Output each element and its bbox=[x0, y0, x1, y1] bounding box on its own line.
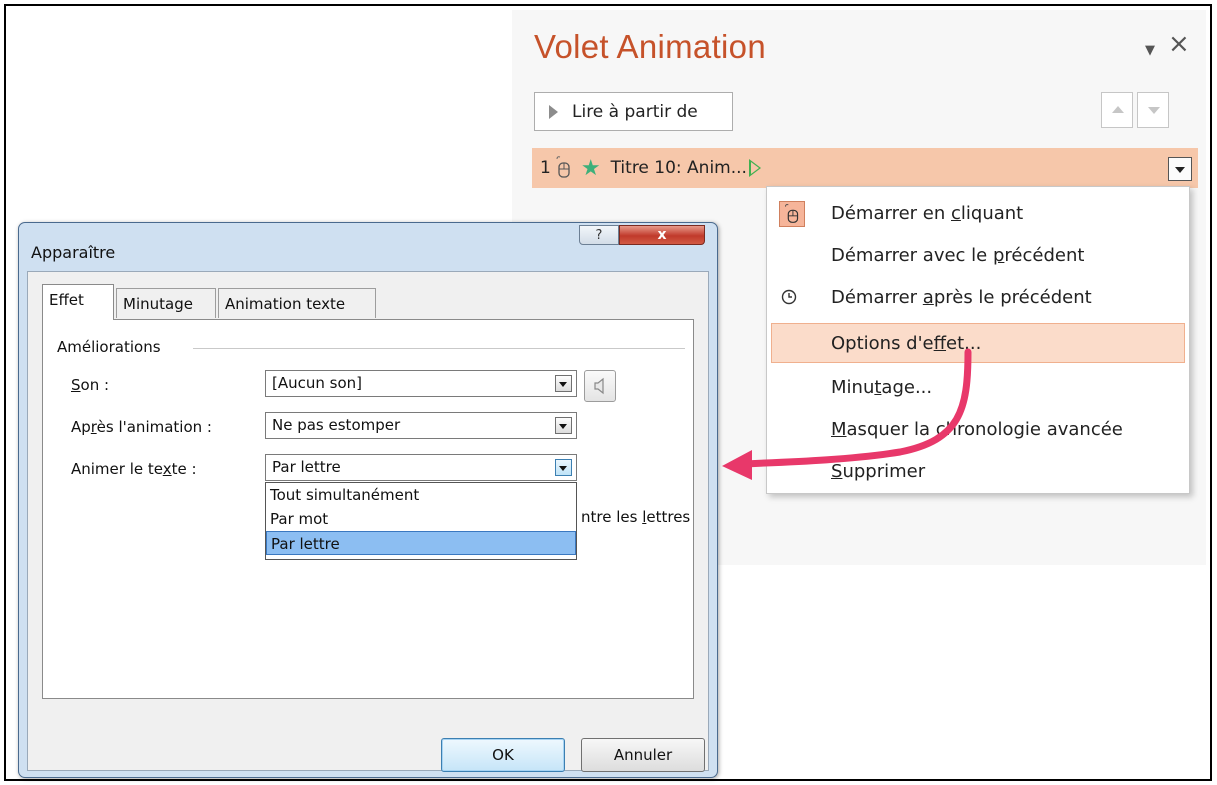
after-animation-select[interactable]: Ne pas estomper bbox=[265, 412, 577, 439]
animate-text-label: Animer le texte : bbox=[71, 460, 197, 478]
dialog-title: Apparaître bbox=[31, 243, 116, 262]
chevron-down-icon[interactable] bbox=[555, 417, 572, 434]
chevron-down-icon[interactable] bbox=[555, 375, 572, 392]
ok-button[interactable]: OK bbox=[441, 738, 565, 772]
dropdown-option-all-at-once[interactable]: Tout simultanément bbox=[266, 483, 576, 507]
move-up-button[interactable] bbox=[1101, 92, 1133, 128]
dropdown-option-by-word[interactable]: Par mot bbox=[266, 507, 576, 531]
menu-item-start-with-previous[interactable]: Démarrer avec le précédent bbox=[767, 235, 1189, 275]
play-from-label: Lire à partir de bbox=[572, 101, 698, 122]
help-button[interactable]: ? bbox=[579, 225, 619, 245]
arrow-down-icon bbox=[1148, 107, 1160, 114]
menu-item-hide-advanced-timeline[interactable]: Masquer la chronologie avancée bbox=[767, 409, 1189, 449]
tab-timing[interactable]: Minutage bbox=[116, 288, 216, 318]
menu-item-start-on-click[interactable]: Démarrer en cliquant bbox=[767, 193, 1189, 233]
animation-list-item[interactable]: 1 ★ Titre 10: Anim... bbox=[532, 148, 1198, 188]
animate-text-value: Par lettre bbox=[272, 458, 341, 476]
delay-between-letters-label: ntre les lettres bbox=[581, 508, 691, 526]
tab-effect[interactable]: Effet bbox=[42, 284, 114, 320]
dialog-close-button[interactable]: x bbox=[619, 225, 705, 245]
move-down-button[interactable] bbox=[1137, 92, 1169, 128]
play-icon bbox=[549, 104, 558, 119]
pane-title: Volet Animation bbox=[534, 28, 766, 65]
dialog-body: Effet Minutage Animation texte Améliorat… bbox=[27, 271, 709, 772]
timeline-marker-icon bbox=[748, 159, 761, 177]
after-animation-value: Ne pas estomper bbox=[272, 416, 401, 434]
star-icon: ★ bbox=[580, 155, 601, 181]
menu-item-start-after-previous[interactable]: Démarrer après le précédent bbox=[767, 277, 1189, 317]
clock-icon bbox=[781, 289, 797, 305]
speaker-icon bbox=[594, 377, 604, 395]
menu-item-timing[interactable]: Minutage... bbox=[767, 367, 1189, 407]
collapse-icon[interactable]: ▼ bbox=[1145, 43, 1155, 58]
animation-label: Titre 10: Anim... bbox=[610, 158, 747, 178]
context-menu: Démarrer en cliquant Démarrer avec le pr… bbox=[766, 186, 1190, 494]
menu-item-effect-options[interactable]: Options d'effet... bbox=[771, 323, 1185, 363]
item-dropdown-button[interactable] bbox=[1168, 157, 1192, 181]
dropdown-option-by-letter[interactable]: Par lettre bbox=[266, 531, 576, 555]
after-animation-label: Après l'animation : bbox=[71, 418, 212, 436]
cancel-button[interactable]: Annuler bbox=[581, 738, 705, 772]
chevron-down-icon[interactable] bbox=[555, 459, 572, 476]
play-from-button[interactable]: Lire à partir de bbox=[534, 92, 733, 131]
menu-item-delete[interactable]: Supprimer bbox=[767, 451, 1189, 491]
sound-value: [Aucun son] bbox=[272, 374, 362, 392]
close-icon[interactable]: × bbox=[1168, 29, 1190, 59]
tab-text-animation[interactable]: Animation texte bbox=[218, 288, 376, 318]
arrow-up-icon bbox=[1112, 106, 1124, 113]
animate-text-select[interactable]: Par lettre bbox=[265, 454, 577, 481]
mouse-icon bbox=[556, 156, 570, 178]
speaker-button[interactable] bbox=[584, 370, 616, 402]
group-label-enhancements: Améliorations bbox=[57, 338, 167, 356]
sound-select[interactable]: [Aucun son] bbox=[265, 370, 577, 397]
group-divider bbox=[193, 348, 685, 349]
appear-dialog: Apparaître ? x Effet Minutage Animation … bbox=[18, 222, 718, 778]
sound-label: Son : bbox=[71, 376, 110, 394]
mouse-click-icon bbox=[779, 201, 805, 227]
animation-number: 1 bbox=[540, 158, 551, 178]
animate-text-dropdown-list: Tout simultanément Par mot Par lettre bbox=[265, 482, 577, 560]
